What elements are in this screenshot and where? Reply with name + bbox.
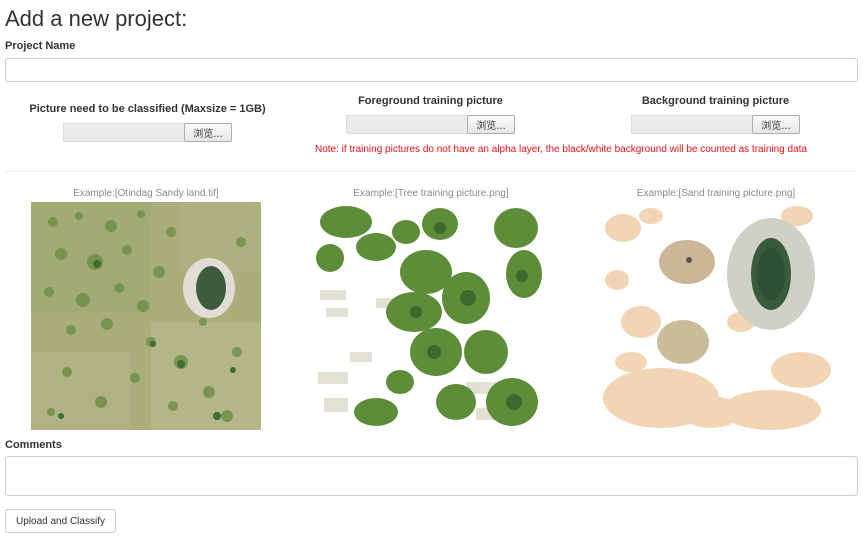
- project-name-label: Project Name: [5, 40, 76, 52]
- comments-textarea[interactable]: [5, 456, 858, 496]
- upload-classify-file-input[interactable]: 浏览...: [5, 123, 290, 142]
- project-name-input[interactable]: [5, 58, 858, 82]
- upload-background-label: Background training picture: [641, 95, 790, 107]
- upload-classify-group: Picture need to be classified (Maxsize =…: [5, 103, 290, 142]
- upload-background-browse-button[interactable]: 浏览...: [752, 115, 800, 134]
- upload-classify-browse-button[interactable]: 浏览...: [184, 123, 232, 142]
- upload-foreground-label: Foreground training picture: [358, 95, 503, 107]
- comments-label: Comments: [5, 439, 62, 451]
- training-note: Note: if training pictures do not have a…: [315, 144, 807, 155]
- example-sand-image: [601, 202, 831, 430]
- upload-foreground-path[interactable]: [346, 115, 468, 134]
- example-caption-foreground: Example:[Tree training picture.png]: [353, 188, 509, 199]
- example-aerial-image: [31, 202, 261, 430]
- upload-background-file-input[interactable]: 浏览...: [573, 115, 858, 134]
- example-caption-classify: Example:[Otindag Sandy land.tif]: [73, 188, 219, 199]
- page-title: Add a new project:: [5, 6, 188, 31]
- upload-classify-label: Picture need to be classified (Maxsize =…: [29, 103, 266, 115]
- upload-foreground-file-input[interactable]: 浏览...: [288, 115, 573, 134]
- upload-classify-button[interactable]: Upload and Classify: [5, 509, 116, 533]
- upload-classify-path[interactable]: [63, 123, 185, 142]
- upload-background-path[interactable]: [631, 115, 753, 134]
- upload-background-group: Background training picture 浏览...: [573, 95, 858, 134]
- example-tree-image: [316, 202, 546, 430]
- upload-foreground-group: Foreground training picture 浏览...: [288, 95, 573, 134]
- upload-foreground-browse-button[interactable]: 浏览...: [467, 115, 515, 134]
- divider: [5, 171, 858, 172]
- example-caption-background: Example:[Sand training picture.png]: [636, 188, 796, 199]
